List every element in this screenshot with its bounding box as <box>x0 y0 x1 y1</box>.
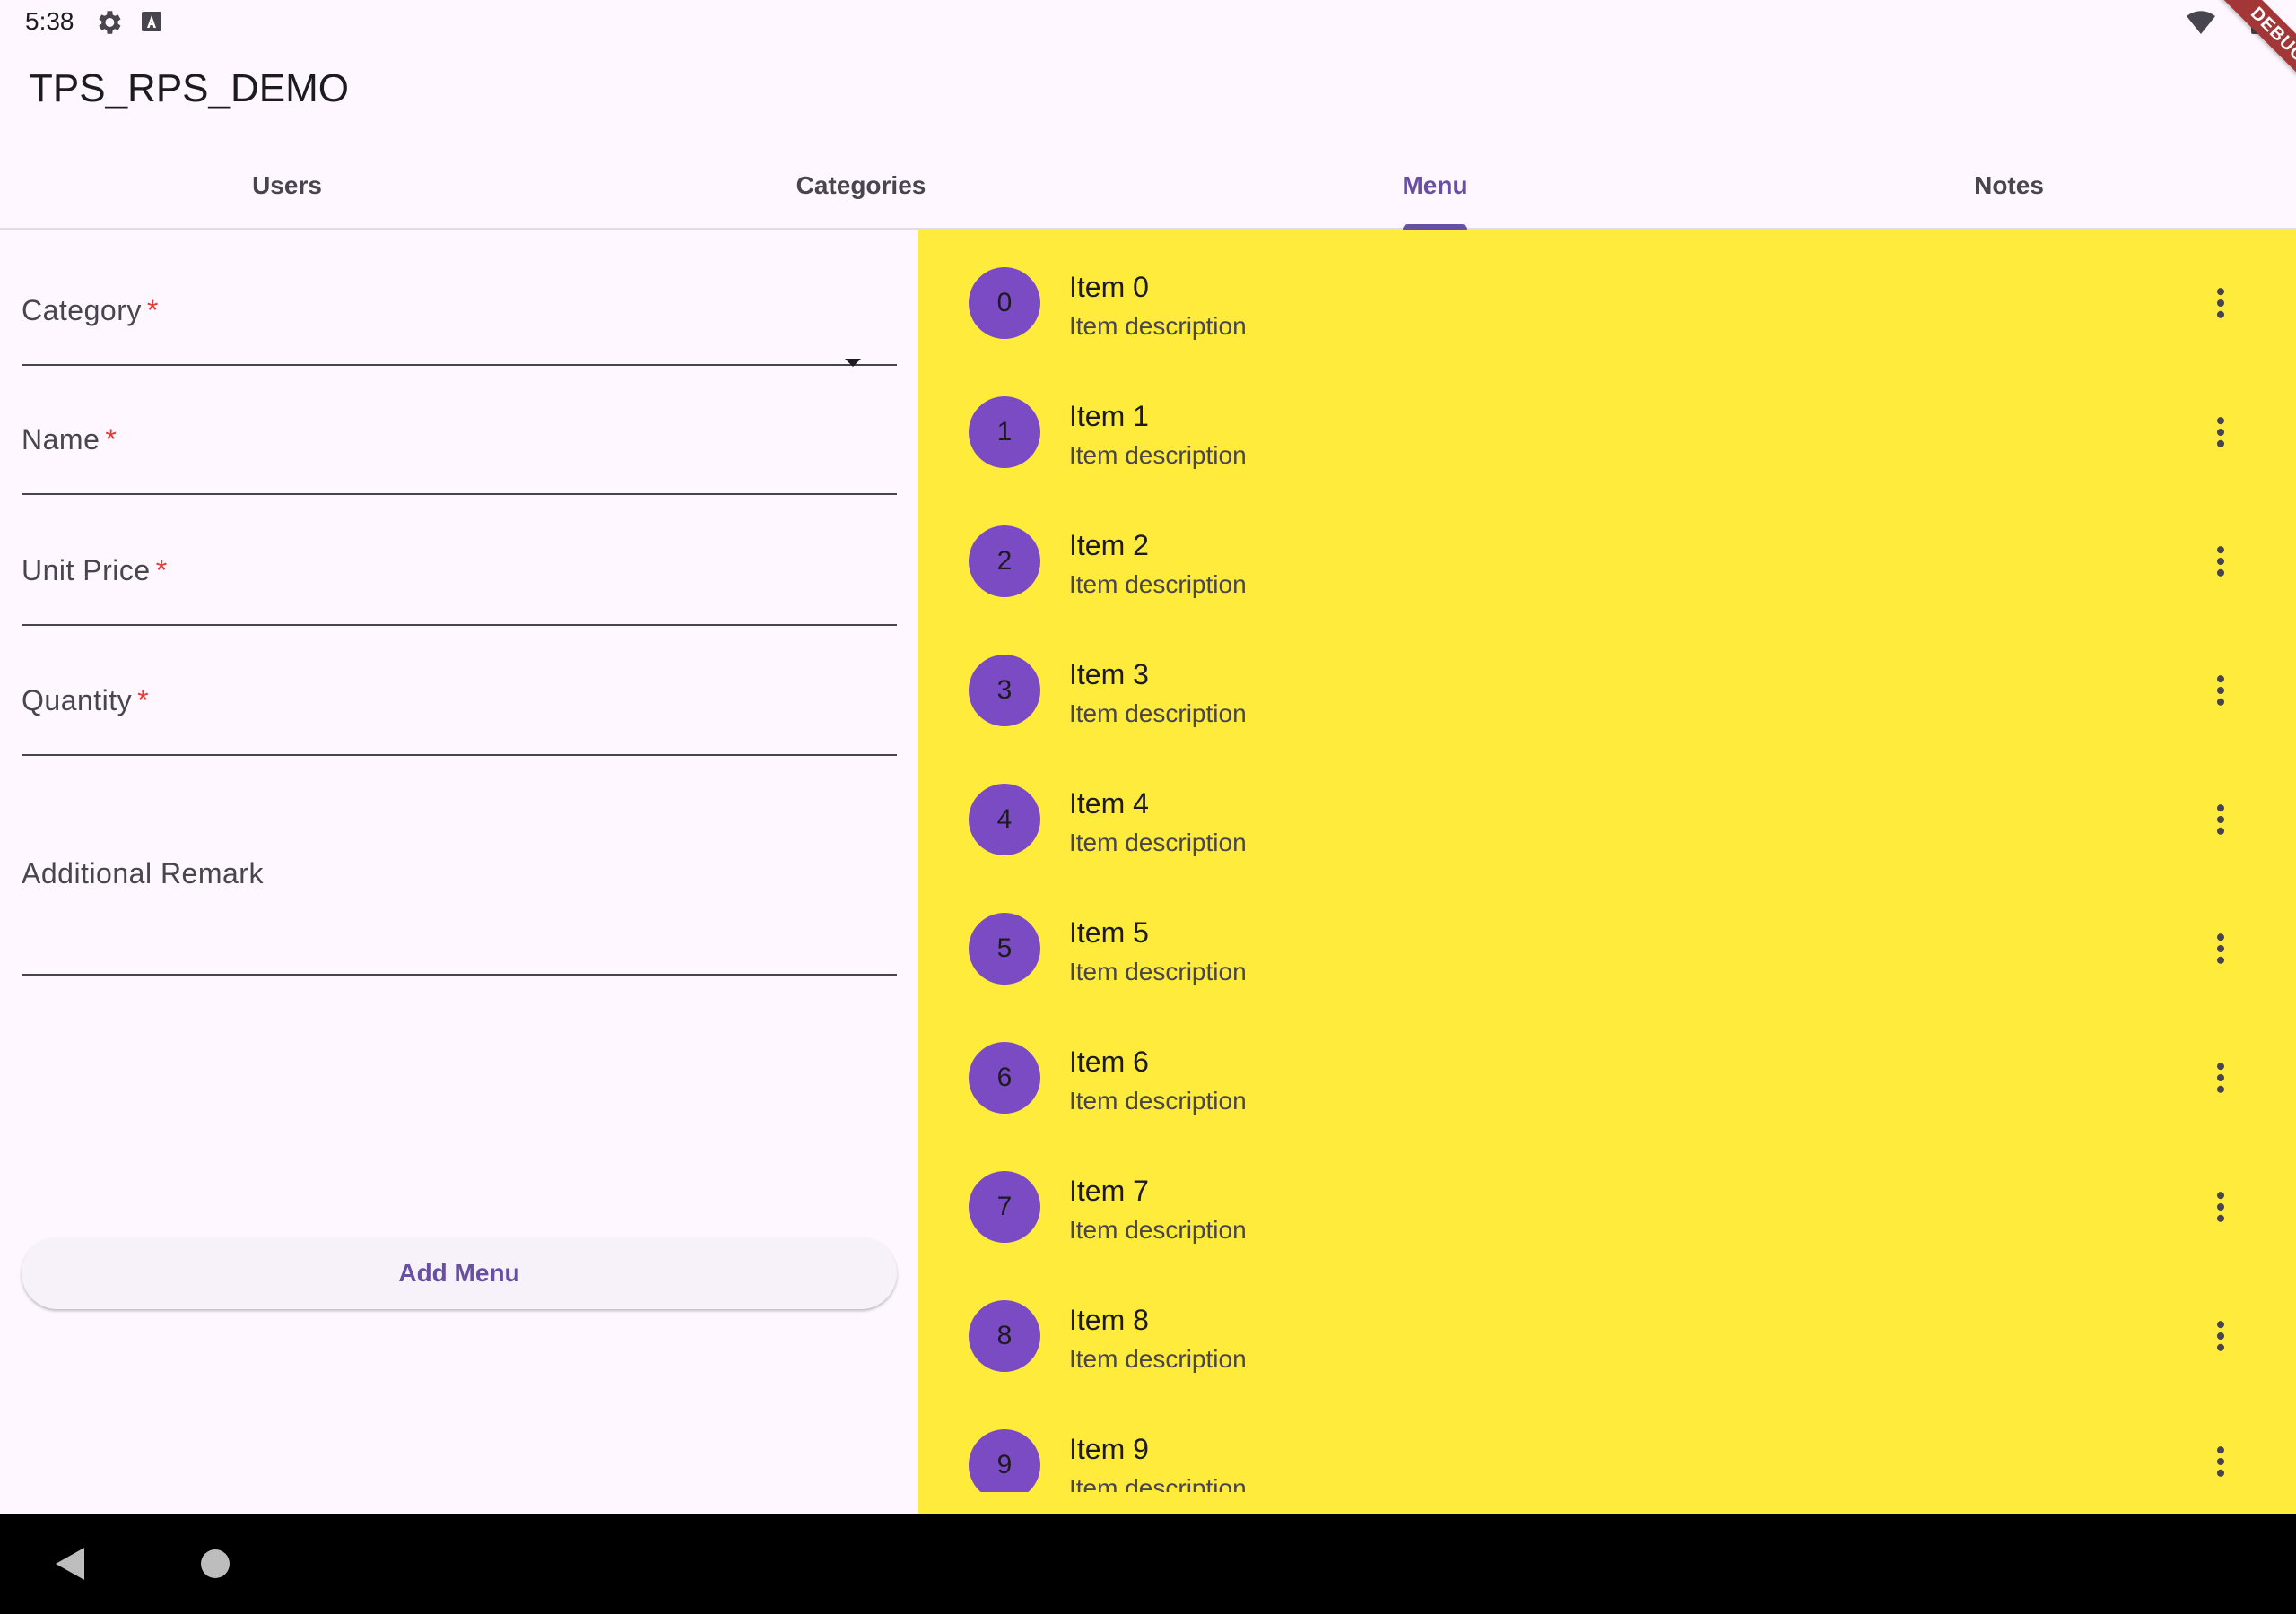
gear-icon <box>99 11 121 34</box>
item-title: Item 8 <box>1069 1304 1149 1336</box>
back-icon[interactable] <box>56 1548 84 1580</box>
list-item[interactable]: 4 Item 4 Item description <box>918 746 2296 875</box>
item-description: Item description <box>1069 570 1247 598</box>
app-screen: 5:38 DEBUG TPS_RPS_DEMO Users Categories… <box>0 0 2296 1614</box>
item-description: Item description <box>1069 958 1247 985</box>
item-avatar: 4 <box>969 784 1040 855</box>
required-mark: * <box>146 294 159 326</box>
tab-menu[interactable]: Menu <box>1148 143 1722 230</box>
required-mark: * <box>105 423 117 456</box>
item-title: Item 5 <box>1069 916 1149 949</box>
item-description: Item description <box>1069 441 1247 469</box>
app-title: TPS_RPS_DEMO <box>29 66 349 110</box>
item-avatar: 7 <box>969 1171 1040 1243</box>
item-description: Item description <box>1069 1087 1247 1115</box>
item-avatar: 2 <box>969 525 1040 597</box>
more-vert-icon[interactable] <box>2201 1316 2240 1356</box>
item-title: Item 2 <box>1069 529 1149 561</box>
item-avatar: 1 <box>969 396 1040 468</box>
additional-remark-field[interactable]: Additional Remark <box>22 803 897 976</box>
item-title: Item 7 <box>1069 1175 1149 1207</box>
item-description: Item description <box>1069 1216 1247 1244</box>
item-title: Item 4 <box>1069 787 1149 820</box>
list-item[interactable]: 1 Item 1 Item description <box>918 359 2296 488</box>
status-bar: 5:38 <box>0 0 2296 44</box>
list-item[interactable]: 7 Item 7 Item description <box>918 1133 2296 1263</box>
more-vert-icon[interactable] <box>2201 1187 2240 1227</box>
add-menu-button[interactable]: Add Menu <box>22 1237 897 1309</box>
more-vert-icon[interactable] <box>2201 283 2240 323</box>
system-nav-bar <box>0 1514 2296 1614</box>
category-dropdown[interactable]: Category * <box>22 283 897 367</box>
list-item[interactable]: 9 Item 9 Item description <box>918 1392 2296 1492</box>
debug-banner: DEBUG <box>2186 0 2296 126</box>
quantity-label: Quantity * <box>22 684 149 717</box>
list-item[interactable]: 5 Item 5 Item description <box>918 875 2296 1004</box>
tab-label: Users <box>252 171 322 199</box>
list-item[interactable]: 2 Item 2 Item description <box>918 488 2296 617</box>
tab-label: Menu <box>1402 171 1468 199</box>
debug-banner-clip: DEBUG <box>2170 0 2296 126</box>
tab-categories[interactable]: Categories <box>574 143 1148 228</box>
name-label: Name * <box>22 423 117 456</box>
more-vert-icon[interactable] <box>2201 542 2240 581</box>
menu-form: Category * Name * Unit Price * Quantity * Ad… <box>0 230 918 1514</box>
required-mark: * <box>137 684 150 716</box>
item-description: Item description <box>1069 1345 1247 1373</box>
tab-users[interactable]: Users <box>0 143 574 228</box>
home-icon[interactable] <box>201 1549 230 1578</box>
unit-price-label-text: Unit Price <box>22 554 151 586</box>
more-vert-icon[interactable] <box>2201 412 2240 452</box>
item-title: Item 1 <box>1069 400 1149 432</box>
item-avatar: 5 <box>969 913 1040 985</box>
category-label: Category * <box>22 294 159 327</box>
item-title: Item 9 <box>1069 1433 1149 1465</box>
more-vert-icon[interactable] <box>2201 929 2240 968</box>
a-icon <box>142 12 161 31</box>
unit-price-label: Unit Price * <box>22 554 168 587</box>
more-vert-icon[interactable] <box>2201 800 2240 839</box>
additional-remark-label: Additional Remark <box>22 857 264 889</box>
item-title: Item 6 <box>1069 1046 1149 1078</box>
item-title: Item 3 <box>1069 658 1149 690</box>
unit-price-field[interactable]: Unit Price * <box>22 543 897 626</box>
name-label-text: Name <box>22 423 100 456</box>
name-field[interactable]: Name * <box>22 412 897 495</box>
status-time: 5:38 <box>25 7 74 35</box>
item-title: Item 0 <box>1069 271 1149 303</box>
tab-notes[interactable]: Notes <box>1722 143 2296 228</box>
list-item[interactable]: 8 Item 8 Item description <box>918 1263 2296 1392</box>
menu-list-viewport: 0 Item 0 Item description 1 Item 1 Item … <box>918 230 2296 1492</box>
item-avatar: 6 <box>969 1042 1040 1114</box>
tab-bar: Users Categories Menu Notes <box>0 143 2296 230</box>
item-description: Item description <box>1069 312 1247 340</box>
list-item[interactable]: 3 Item 3 Item description <box>918 617 2296 746</box>
item-avatar: 8 <box>969 1300 1040 1372</box>
menu-list: 0 Item 0 Item description 1 Item 1 Item … <box>918 230 2296 1514</box>
item-description: Item description <box>1069 1474 1247 1492</box>
more-vert-icon[interactable] <box>2201 671 2240 710</box>
tab-label: Notes <box>1974 171 2044 199</box>
more-vert-icon[interactable] <box>2201 1058 2240 1098</box>
more-vert-icon[interactable] <box>2201 1442 2240 1481</box>
required-mark: * <box>155 554 168 586</box>
tab-label: Categories <box>796 171 926 199</box>
item-avatar: 0 <box>969 267 1040 339</box>
list-item[interactable]: 0 Item 0 Item description <box>918 230 2296 359</box>
quantity-field[interactable]: Quantity * <box>22 673 897 756</box>
item-description: Item description <box>1069 829 1247 856</box>
list-item[interactable]: 6 Item 6 Item description <box>918 1004 2296 1133</box>
item-description: Item description <box>1069 699 1247 727</box>
item-avatar: 3 <box>969 655 1040 726</box>
dropdown-arrow-icon <box>845 359 861 367</box>
category-label-text: Category <box>22 294 142 326</box>
quantity-label-text: Quantity <box>22 684 133 716</box>
item-avatar: 9 <box>969 1429 1040 1492</box>
